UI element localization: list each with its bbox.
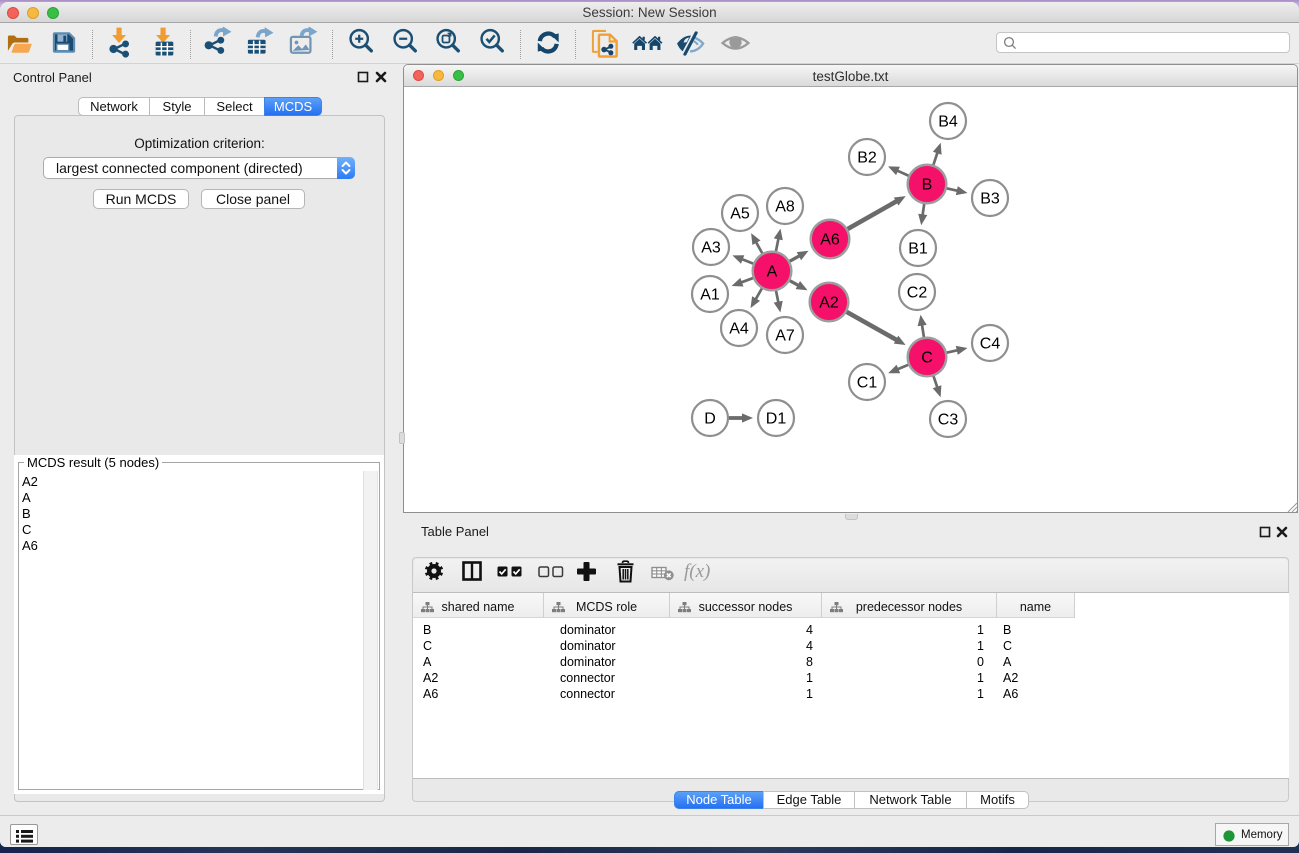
svg-text:C2: C2 [907, 285, 928, 302]
svg-text:A4: A4 [729, 321, 749, 338]
svg-text:B4: B4 [938, 114, 958, 131]
svg-text:B2: B2 [857, 150, 877, 167]
svg-text:B1: B1 [908, 241, 928, 258]
svg-text:B3: B3 [980, 191, 1000, 208]
svg-text:A: A [767, 264, 778, 281]
svg-text:B: B [922, 177, 933, 194]
svg-text:C3: C3 [938, 412, 959, 429]
svg-text:C4: C4 [980, 336, 1001, 353]
svg-text:C1: C1 [857, 375, 878, 392]
svg-text:A7: A7 [775, 328, 795, 345]
svg-text:A1: A1 [700, 287, 720, 304]
svg-text:A2: A2 [819, 295, 839, 312]
svg-text:A8: A8 [775, 199, 795, 216]
svg-text:D: D [704, 411, 716, 428]
svg-text:A5: A5 [730, 206, 750, 223]
svg-text:D1: D1 [766, 411, 787, 428]
svg-text:C: C [921, 350, 933, 367]
svg-text:A3: A3 [701, 240, 721, 257]
svg-text:A6: A6 [820, 232, 840, 249]
